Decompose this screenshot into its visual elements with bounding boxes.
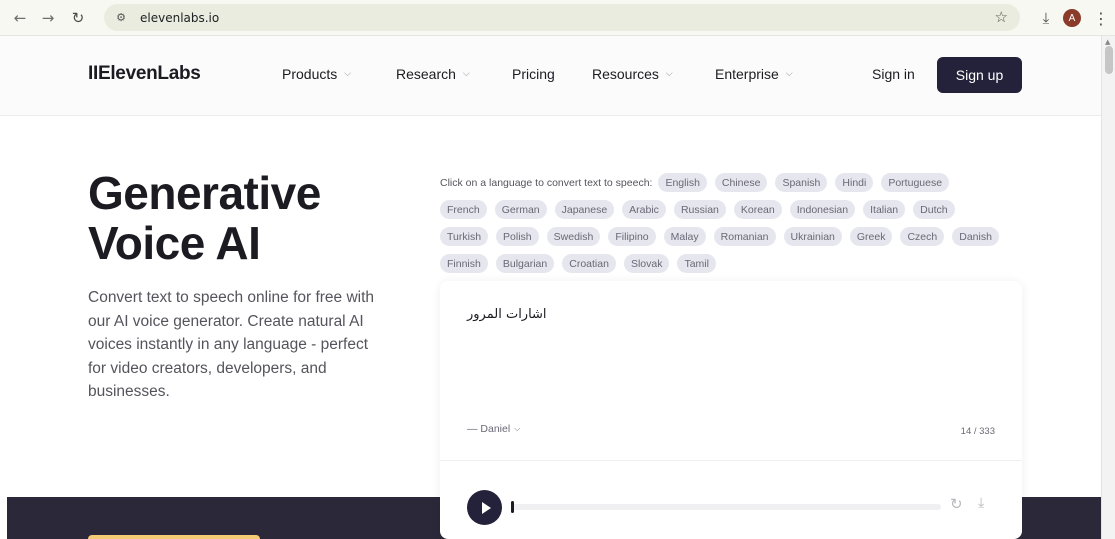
- language-chip-arabic[interactable]: Arabic: [622, 200, 666, 219]
- language-chip-english[interactable]: English: [658, 173, 707, 192]
- download-icon[interactable]: ⤓: [978, 495, 984, 511]
- language-chip-chinese[interactable]: Chinese: [714, 173, 768, 192]
- nav-research[interactable]: Research ⌵: [396, 66, 470, 82]
- site-info-icon[interactable]: ⚙: [112, 9, 130, 27]
- reload-icon[interactable]: ↻: [67, 7, 89, 29]
- play-icon: [481, 501, 491, 514]
- chevron-down-icon: ⌵: [462, 69, 470, 79]
- character-counter: 14 / 333: [960, 426, 995, 437]
- language-chip-german[interactable]: German: [494, 200, 547, 219]
- language-intro-text: Click on a language to convert text to s…: [440, 176, 653, 189]
- language-chip-malay[interactable]: Malay: [663, 227, 706, 246]
- browser-toolbar: ← → ↻ ⚙ elevenlabs.io ☆ ⤓ A ⋮: [0, 0, 1115, 36]
- back-arrow-icon[interactable]: ←: [9, 7, 31, 29]
- language-chip-romanian[interactable]: Romanian: [713, 227, 776, 246]
- scrollbar-thumb[interactable]: [1105, 46, 1113, 74]
- hero-title: Generative Voice AI: [88, 168, 321, 268]
- language-row: French German Japanese Arabic Russian Ko…: [440, 196, 1030, 223]
- audio-progress-bar[interactable]: [511, 501, 941, 513]
- language-chip-filipino[interactable]: Filipino: [608, 227, 656, 246]
- language-chip-finnish[interactable]: Finnish: [440, 254, 488, 273]
- browser-menu-icon[interactable]: ⋮: [1093, 9, 1109, 28]
- language-chip-ukrainian[interactable]: Ukrainian: [783, 227, 842, 246]
- nav-research-label: Research: [396, 66, 456, 82]
- language-chip-czech[interactable]: Czech: [900, 227, 945, 246]
- sign-up-button[interactable]: Sign up: [937, 57, 1022, 93]
- nav-enterprise[interactable]: Enterprise ⌵: [715, 66, 793, 82]
- cta-button-partial[interactable]: [88, 535, 260, 539]
- language-chip-swedish[interactable]: Swedish: [546, 227, 601, 246]
- language-chip-hindi[interactable]: Hindi: [835, 173, 874, 192]
- language-chip-dutch[interactable]: Dutch: [913, 200, 955, 219]
- hero-title-line2: Voice AI: [88, 217, 261, 269]
- chevron-down-icon: ⌵: [785, 69, 793, 79]
- language-chip-french[interactable]: French: [440, 200, 487, 219]
- language-chip-spanish[interactable]: Spanish: [775, 173, 828, 192]
- card-divider: [440, 460, 1022, 461]
- language-row: Finnish Bulgarian Croatian Slovak Tamil: [440, 250, 1030, 277]
- profile-avatar[interactable]: A: [1063, 9, 1081, 27]
- voice-name: Daniel: [480, 423, 511, 435]
- nav-pricing-label: Pricing: [512, 66, 555, 82]
- nav-resources[interactable]: Resources ⌵: [592, 66, 673, 82]
- tts-card: اشارات المرور — Daniel ⌵ 14 / 333 ↻ ⤓: [440, 281, 1022, 539]
- scroll-up-arrow-icon[interactable]: ▲: [1105, 38, 1110, 46]
- language-chip-danish[interactable]: Danish: [952, 227, 999, 246]
- nav-products-label: Products: [282, 66, 338, 82]
- bookmark-star-icon[interactable]: ☆: [995, 8, 1008, 26]
- language-chip-croatian[interactable]: Croatian: [562, 254, 616, 273]
- tts-text-input[interactable]: اشارات المرور: [467, 307, 547, 322]
- language-chip-italian[interactable]: Italian: [863, 200, 906, 219]
- hero-subtitle: Convert text to speech online for free w…: [88, 289, 375, 400]
- language-chip-russian[interactable]: Russian: [673, 200, 726, 219]
- language-row: Click on a language to convert text to s…: [440, 169, 1030, 196]
- chevron-down-icon: ⌵: [665, 69, 673, 79]
- url-text[interactable]: elevenlabs.io: [140, 11, 219, 25]
- language-selector: Click on a language to convert text to s…: [440, 169, 1030, 277]
- voice-dash: —: [467, 423, 481, 435]
- chevron-down-icon: ⌵: [344, 69, 352, 79]
- language-chip-tamil[interactable]: Tamil: [677, 254, 716, 273]
- nav-products[interactable]: Products ⌵: [282, 66, 351, 82]
- language-chip-korean[interactable]: Korean: [733, 200, 782, 219]
- address-bar[interactable]: ⚙ elevenlabs.io ☆: [104, 4, 1020, 31]
- forward-arrow-icon[interactable]: →: [37, 7, 59, 29]
- language-chip-bulgarian[interactable]: Bulgarian: [495, 254, 555, 273]
- language-chip-turkish[interactable]: Turkish: [440, 227, 489, 246]
- page-scrollbar[interactable]: ▲: [1101, 36, 1115, 539]
- language-chip-indonesian[interactable]: Indonesian: [789, 200, 856, 219]
- downloads-icon[interactable]: ⤓: [1035, 7, 1057, 29]
- regenerate-icon[interactable]: ↻: [950, 495, 963, 513]
- voice-selector[interactable]: — Daniel ⌵: [467, 423, 520, 435]
- language-row: Turkish Polish Swedish Filipino Malay Ro…: [440, 223, 1030, 250]
- site-header: IIElevenLabs Products ⌵ Research ⌵ Prici…: [0, 36, 1101, 116]
- language-chip-japanese[interactable]: Japanese: [554, 200, 615, 219]
- nav-pricing[interactable]: Pricing: [512, 66, 555, 82]
- chevron-down-icon: ⌵: [514, 424, 521, 433]
- language-chip-slovak[interactable]: Slovak: [623, 254, 670, 273]
- elevenlabs-logo[interactable]: IIElevenLabs: [88, 63, 201, 85]
- language-chip-greek[interactable]: Greek: [849, 227, 893, 246]
- web-page: IIElevenLabs Products ⌵ Research ⌵ Prici…: [0, 36, 1101, 539]
- hero-title-line1: Generative: [88, 167, 321, 219]
- play-button[interactable]: [467, 490, 502, 525]
- nav-resources-label: Resources: [592, 66, 659, 82]
- nav-enterprise-label: Enterprise: [715, 66, 779, 82]
- progress-handle[interactable]: [511, 501, 514, 513]
- language-chip-polish[interactable]: Polish: [496, 227, 539, 246]
- sign-in-link[interactable]: Sign in: [872, 66, 915, 82]
- language-chip-portuguese[interactable]: Portuguese: [881, 173, 950, 192]
